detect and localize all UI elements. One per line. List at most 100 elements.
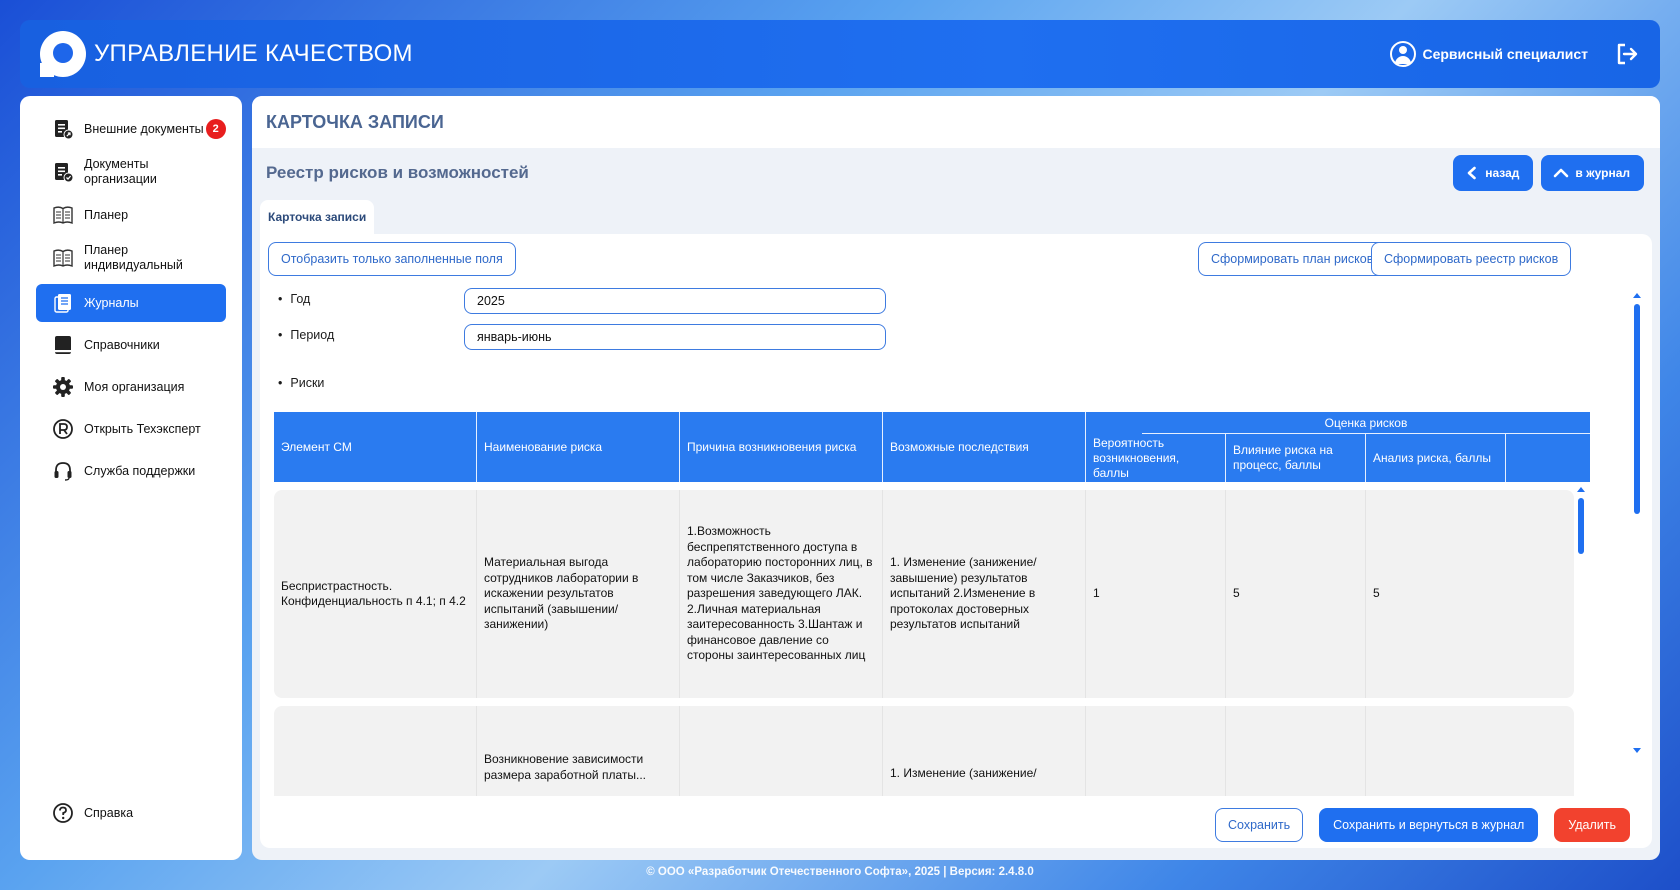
cell-element <box>274 706 477 796</box>
cell-risk-name: Возникновение зависимости размера зарабо… <box>477 706 680 796</box>
table-row[interactable]: Возникновение зависимости размера зарабо… <box>274 706 1574 796</box>
sidebar-item-planner-individual[interactable]: Планер индивидуальный <box>36 238 226 278</box>
cell-analysis: 5 <box>1373 586 1380 601</box>
sidebar: Внешние документы 2 Документы организаци… <box>20 96 242 860</box>
cell-probability <box>1086 706 1226 796</box>
period-input[interactable] <box>464 324 886 350</box>
app-frame: УПРАВЛЕНИЕ КАЧЕСТВОМ Сервисный специалис… <box>20 20 1660 870</box>
external-docs-icon <box>55 120 74 140</box>
app-title: УПРАВЛЕНИЕ КАЧЕСТВОМ <box>94 40 413 67</box>
app-header: УПРАВЛЕНИЕ КАЧЕСТВОМ Сервисный специалис… <box>20 20 1660 88</box>
table-row[interactable]: Беспристрастность. Конфиденциальность п … <box>274 490 1574 698</box>
sidebar-item-label: Служба поддержки <box>84 464 196 478</box>
org-docs-icon <box>55 163 74 183</box>
column-header: Элемент СМ <box>274 412 477 482</box>
back-button-label: назад <box>1485 166 1520 180</box>
sidebar-item-label: Открыть Техэксперт <box>84 422 201 436</box>
save-and-return-button[interactable]: Сохранить и вернуться в журнал <box>1319 808 1539 842</box>
sidebar-item-label: Документы организации <box>84 157 157 186</box>
cell-analysis <box>1366 706 1506 796</box>
sidebar-item-label: Планер <box>84 208 129 222</box>
record-panel: Отобразить только заполненные поля Сформ… <box>260 234 1652 848</box>
chevron-up-icon <box>1554 168 1569 178</box>
table-scrollbar[interactable] <box>1576 486 1586 796</box>
cell-element: Беспристрастность. Конфиденциальность п … <box>274 490 477 698</box>
form-actions: Сохранить Сохранить и вернуться в журнал… <box>1214 808 1630 842</box>
form-risk-registry-button[interactable]: Сформировать реестр рисков <box>1371 242 1572 276</box>
cell-risk-cause <box>680 706 883 796</box>
cell-impact: 5 <box>1226 490 1366 698</box>
registry-row: Реестр рисков и возможностей назад в жур… <box>266 155 1644 191</box>
chevron-left-icon <box>1467 166 1477 180</box>
question-icon <box>53 803 73 823</box>
app-logo <box>40 31 86 77</box>
table-header: Элемент СМ Наименование риска Причина во… <box>274 412 1590 482</box>
sidebar-item-techexpert[interactable]: Открыть Техэксперт <box>36 410 226 448</box>
column-header: Наименование риска <box>477 412 680 482</box>
sidebar-item-label: Планер индивидуальный <box>84 243 183 272</box>
to-journal-button-label: в журнал <box>1575 166 1630 180</box>
risks-field-row: • Риски <box>278 376 324 390</box>
sidebar-item-help[interactable]: Справка <box>36 794 226 832</box>
user-name[interactable]: Сервисный специалист <box>1422 46 1588 62</box>
cell-probability: 1 <box>1086 490 1226 698</box>
panel-scrollbar[interactable] <box>1632 292 1642 756</box>
scrollbar-graphic <box>1633 293 1641 753</box>
sidebar-item-journals[interactable]: Журналы <box>36 284 226 322</box>
sidebar-item-support[interactable]: Служба поддержки <box>36 452 226 490</box>
sidebar-item-label: Моя организация <box>84 380 185 394</box>
sidebar-item-label: Внешние документы <box>84 122 204 136</box>
planner-individual-icon <box>53 249 73 268</box>
cell-consequences: 1. Изменение (занижение/ <box>883 706 1086 796</box>
column-header: Анализ риска, баллы <box>1366 434 1506 482</box>
to-journal-button[interactable]: в журнал <box>1541 155 1644 191</box>
sidebar-item-my-org[interactable]: Моя организация <box>36 368 226 406</box>
show-filled-button[interactable]: Отобразить только заполненные поля <box>268 242 516 276</box>
form-risk-plan-button[interactable]: Сформировать план рисков <box>1198 242 1387 276</box>
period-field-row: • Период <box>278 328 334 342</box>
cell-impact <box>1226 706 1366 796</box>
notification-badge: 2 <box>205 119 226 139</box>
cell-risk-cause: 1.Возможность беспрепятственного доступа… <box>680 490 883 698</box>
tab-record-card[interactable]: Карточка записи <box>260 200 375 234</box>
bullet: • <box>278 292 283 306</box>
year-label: Год <box>290 292 311 306</box>
sidebar-item-label: Журналы <box>84 296 139 310</box>
cell-risk-name: Материальная выгода сотрудников лаборато… <box>477 490 680 698</box>
column-group-header: Оценка рисков <box>1142 412 1590 434</box>
registry-title: Реестр рисков и возможностей <box>266 163 529 182</box>
page-title: КАРТОЧКА ЗАПИСИ <box>266 111 444 132</box>
year-field-row: • Год <box>278 292 310 306</box>
bullet: • <box>278 376 283 390</box>
back-button[interactable]: назад <box>1453 155 1534 191</box>
scrollbar-graphic <box>1577 487 1585 554</box>
cell-consequences: 1. Изменение (занижение/завышение) резул… <box>883 490 1086 698</box>
card-header: КАРТОЧКА ЗАПИСИ <box>252 96 1660 148</box>
registered-icon <box>53 419 73 439</box>
logout-icon[interactable] <box>1614 41 1640 67</box>
risks-table: Элемент СМ Наименование риска Причина во… <box>274 412 1590 796</box>
sidebar-item-label: Справочники <box>84 338 160 352</box>
planner-icon <box>53 206 73 225</box>
sidebar-item-label: Справка <box>84 806 134 820</box>
sidebar-item-org-docs[interactable]: Документы организации <box>36 152 226 192</box>
delete-button[interactable]: Удалить <box>1554 808 1630 842</box>
book-icon <box>55 336 71 354</box>
sidebar-item-planner[interactable]: Планер <box>36 196 226 234</box>
main-content: КАРТОЧКА ЗАПИСИ Реестр рисков и возможно… <box>252 96 1660 860</box>
headset-icon <box>54 462 72 481</box>
sidebar-item-references[interactable]: Справочники <box>36 326 226 364</box>
header-right: Сервисный специалист <box>1390 41 1640 67</box>
sidebar-item-external-docs[interactable]: Внешние документы 2 <box>36 110 226 148</box>
column-header: Вероятность возникновения, баллы <box>1086 434 1226 482</box>
user-icon[interactable] <box>1390 41 1417 67</box>
copyright: © ООО «Разработчик Отечественного Софта»… <box>646 866 1034 878</box>
save-button[interactable]: Сохранить <box>1214 808 1304 842</box>
journals-icon <box>54 294 71 313</box>
nav-buttons: назад в журнал <box>1453 155 1644 191</box>
period-label: Период <box>290 328 335 342</box>
gear-icon <box>53 377 73 397</box>
column-header: Возможные последствия <box>883 412 1086 482</box>
column-header: Влияние риска на процесс, баллы <box>1226 434 1366 482</box>
year-input[interactable] <box>464 288 886 314</box>
